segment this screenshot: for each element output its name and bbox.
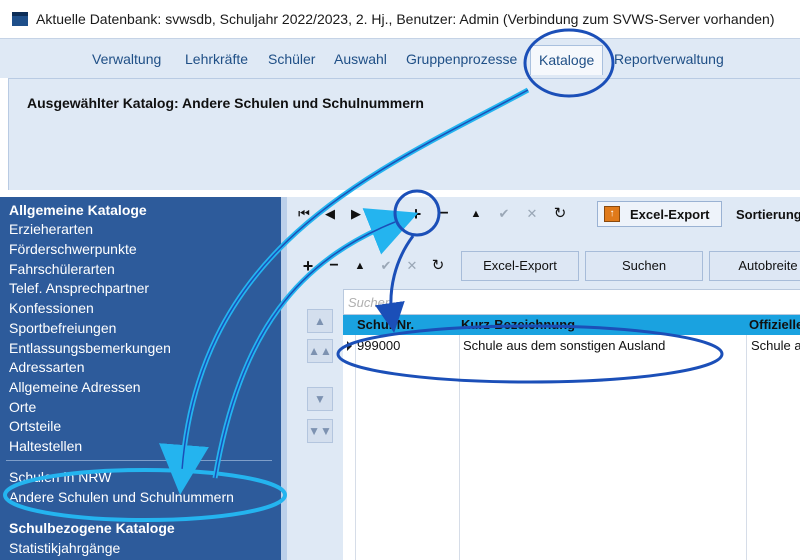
column-header-kurz[interactable]: Kurz-Bezeichnung — [461, 317, 575, 332]
first-record-icon[interactable]: ⏮ — [293, 203, 315, 225]
sidebar-item-statistikjahrgaenge[interactable]: Statistikjahrgänge — [9, 540, 120, 556]
delete-record-icon[interactable]: − — [433, 203, 455, 225]
move-top-arrow-icon[interactable]: ▲▲ — [307, 339, 333, 363]
sidebar-item-konfessionen[interactable]: Konfessionen — [9, 300, 94, 316]
table-row[interactable]: 999000 Schule aus dem sonstigen Ausland … — [343, 335, 800, 357]
grid-confirm-icon[interactable]: ✔ — [375, 255, 397, 277]
sidebar-separator — [6, 460, 272, 461]
sidebar-item-telef-ansprechpartner[interactable]: Telef. Ansprechpartner — [9, 280, 149, 296]
menu-reportverwaltung[interactable]: Reportverwaltung — [614, 51, 724, 67]
catalog-sidebar: Allgemeine Kataloge Erzieherarten Förder… — [0, 197, 281, 560]
grid-search-button[interactable]: Suchen — [585, 251, 703, 281]
sidebar-item-orte[interactable]: Orte — [9, 399, 36, 415]
move-up-icon[interactable]: ▲ — [465, 203, 487, 225]
cell-kurz: Schule aus dem sonstigen Ausland — [463, 338, 666, 353]
column-header-schulnr[interactable]: Schul-Nr. — [357, 317, 414, 332]
grid-up-icon[interactable]: ▲ — [349, 255, 371, 277]
move-up-arrow-icon[interactable]: ▲ — [307, 309, 333, 333]
grid-excel-export-button[interactable]: Excel-Export — [461, 251, 579, 281]
column-header-offiziell[interactable]: Offizielle — [749, 317, 800, 332]
move-bottom-arrow-icon[interactable]: ▼▼ — [307, 419, 333, 443]
last-record-icon[interactable]: ⏭ — [371, 203, 393, 225]
sidebar-item-foerderschwerpunkte[interactable]: Förderschwerpunkte — [9, 241, 137, 257]
sidebar-item-schulen-nrw[interactable]: Schulen in NRW — [9, 469, 111, 485]
cell-schulnr: 999000 — [357, 338, 401, 353]
table-header: Schul-Nr. Kurz-Bezeichnung Offizielle — [343, 315, 800, 335]
autowidth-button[interactable]: Autobreite — [709, 251, 800, 281]
sidebar-heading-school: Schulbezogene Kataloge — [9, 520, 175, 536]
catalog-content: ⏮ ◀ ▶ ⏭ + − ▲ ✔ ✕ ↻ ↑ Excel-Export Sorti… — [281, 197, 800, 560]
sidebar-item-erzieherarten[interactable]: Erzieherarten — [9, 221, 93, 237]
menu-lehrkraefte[interactable]: Lehrkräfte — [185, 51, 248, 67]
move-down-arrow-icon[interactable]: ▼ — [307, 387, 333, 411]
sidebar-item-allgemeine-adressen[interactable]: Allgemeine Adressen — [9, 379, 141, 395]
row-selected-icon — [347, 341, 352, 351]
grid-refresh-icon[interactable]: ↻ — [427, 255, 449, 277]
sidebar-item-adressarten[interactable]: Adressarten — [9, 359, 84, 375]
catalog-title: Ausgewählter Katalog: Andere Schulen und… — [27, 95, 424, 111]
sidebar-item-fahrschuelerarten[interactable]: Fahrschülerarten — [9, 261, 115, 277]
schools-table: Schul-Nr. Kurz-Bezeichnung Offizielle 99… — [343, 315, 800, 560]
confirm-icon[interactable]: ✔ — [493, 203, 515, 225]
grid-delete-icon[interactable]: − — [323, 255, 345, 277]
search-input[interactable]: Suchen — [343, 289, 800, 315]
cancel-icon[interactable]: ✕ — [521, 203, 543, 225]
window-title: Aktuelle Datenbank: svwsdb, Schuljahr 20… — [36, 11, 775, 27]
prev-record-icon[interactable]: ◀ — [319, 203, 341, 225]
excel-export-button[interactable]: ↑ Excel-Export — [597, 201, 723, 227]
grid-add-icon[interactable]: + — [297, 255, 319, 277]
main-menu: Verwaltung Lehrkräfte Schüler Auswahl Gr… — [0, 38, 800, 78]
app-icon — [12, 12, 28, 26]
cell-offiziell: Schule au — [751, 338, 800, 353]
sidebar-heading-general: Allgemeine Kataloge — [9, 202, 147, 218]
grid-cancel-icon[interactable]: ✕ — [401, 255, 423, 277]
refresh-icon[interactable]: ↻ — [549, 203, 571, 225]
catalog-header: Ausgewählter Katalog: Andere Schulen und… — [8, 78, 800, 190]
menu-verwaltung[interactable]: Verwaltung — [92, 51, 161, 67]
title-bar: Aktuelle Datenbank: svwsdb, Schuljahr 20… — [0, 0, 800, 38]
next-record-icon[interactable]: ▶ — [345, 203, 367, 225]
menu-schueler[interactable]: Schüler — [268, 51, 315, 67]
sidebar-item-haltestellen[interactable]: Haltestellen — [9, 438, 82, 454]
sidebar-item-ortsteile[interactable]: Ortsteile — [9, 418, 61, 434]
sidebar-item-entlassungsbemerkungen[interactable]: Entlassungsbemerkungen — [9, 340, 171, 356]
sort-label: Sortierung — [736, 207, 800, 222]
sidebar-item-sportbefreiungen[interactable]: Sportbefreiungen — [9, 320, 116, 336]
column-divider — [459, 335, 460, 560]
column-divider — [746, 335, 747, 560]
sidebar-item-andere-schulen[interactable]: Andere Schulen und Schulnummern — [9, 489, 234, 505]
add-record-icon[interactable]: + — [405, 203, 427, 225]
menu-kataloge[interactable]: Kataloge — [530, 45, 604, 75]
excel-icon: ↑ — [604, 206, 620, 222]
excel-export-label: Excel-Export — [630, 206, 710, 222]
menu-auswahl[interactable]: Auswahl — [334, 51, 387, 67]
column-divider — [355, 335, 356, 560]
menu-gruppenprozesse[interactable]: Gruppenprozesse — [406, 51, 517, 67]
